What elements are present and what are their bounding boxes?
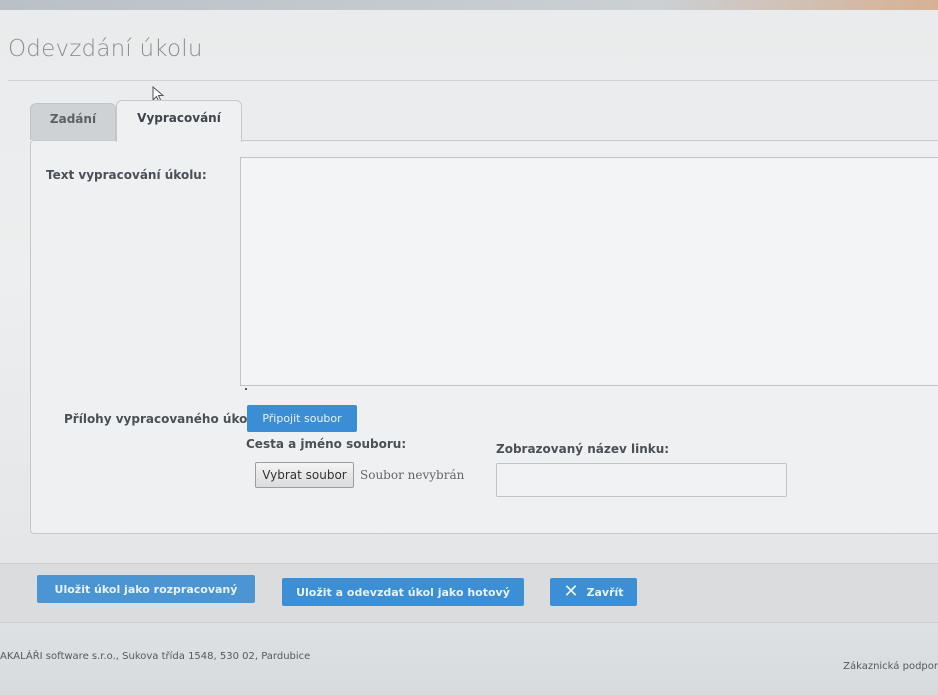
solution-text-input[interactable] <box>240 157 938 386</box>
screen-top-edge <box>0 0 938 10</box>
file-status-text: Soubor nevybrán <box>360 468 465 482</box>
link-name-label: Zobrazovaný název linku: <box>496 442 670 456</box>
page-title: Odevzdání úkolu <box>8 36 203 62</box>
attachments-label: Přílohy vypracovaného úkolu: <box>64 412 265 426</box>
title-divider <box>8 80 938 81</box>
text-label: Text vypracování úkolu: <box>46 168 207 182</box>
save-draft-button[interactable]: Uložit úkol jako rozpracovaný <box>37 575 255 603</box>
tab-zadani[interactable]: Zadání <box>30 103 116 140</box>
close-button-label: Zavřít <box>586 585 624 599</box>
tab-vypracovani[interactable]: Vypracování <box>116 100 242 142</box>
resize-handle <box>245 388 247 390</box>
close-icon: ✕ <box>563 581 579 602</box>
file-path-label: Cesta a jméno souboru: <box>246 437 407 451</box>
footer-company-info: AKALÁŘI software s.r.o., Sukova třída 15… <box>0 651 311 662</box>
footer-support-link[interactable]: Zákaznická podpor <box>843 661 938 672</box>
screen: Odevzdání úkolu Zadání Vypracování Text … <box>0 0 938 695</box>
link-name-input[interactable] <box>496 463 787 497</box>
save-and-submit-button[interactable]: Uložit a odevzdat úkol jako hotový <box>282 578 524 606</box>
choose-file-button[interactable]: Vybrat soubor <box>255 462 354 488</box>
close-button[interactable]: ✕ Zavřít <box>550 578 637 606</box>
attach-file-button[interactable]: Připojit soubor <box>247 405 357 432</box>
